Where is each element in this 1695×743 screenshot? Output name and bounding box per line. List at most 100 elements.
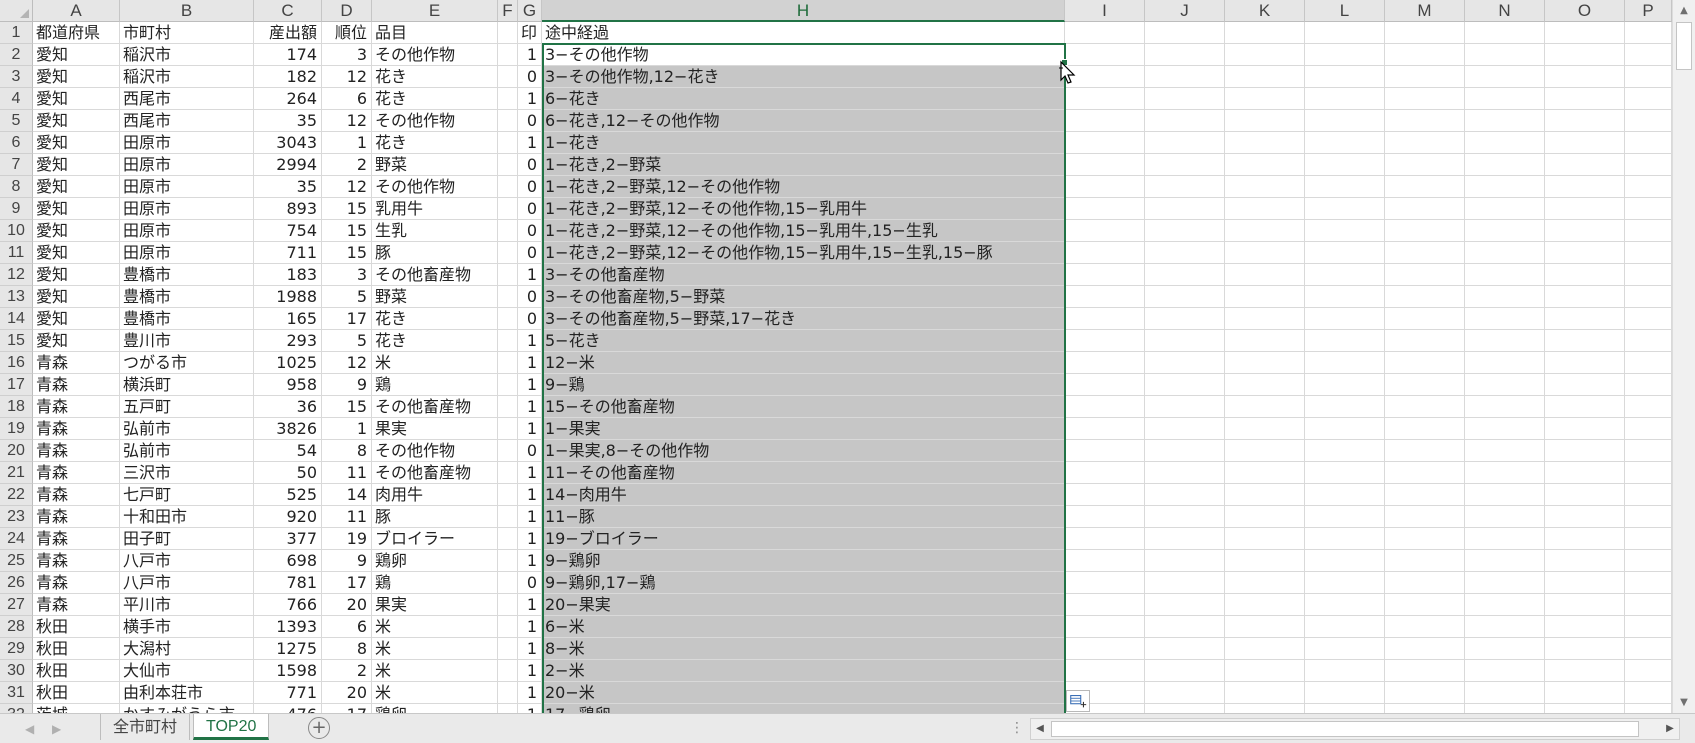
cell-e[interactable]: その他作物 xyxy=(372,110,498,132)
cell-n[interactable] xyxy=(1465,330,1545,352)
cell-n[interactable] xyxy=(1465,682,1545,704)
cell-b[interactable]: つがる市 xyxy=(120,352,254,374)
cell-b[interactable]: 大仙市 xyxy=(120,660,254,682)
cell-b[interactable]: 弘前市 xyxy=(120,418,254,440)
cell-j[interactable] xyxy=(1145,44,1225,66)
cell-m[interactable] xyxy=(1385,44,1465,66)
cell-f[interactable] xyxy=(498,704,518,713)
cell-g[interactable]: 1 xyxy=(518,506,542,528)
cell-d[interactable]: 20 xyxy=(322,682,372,704)
cell-n[interactable] xyxy=(1465,506,1545,528)
cell-i[interactable] xyxy=(1065,374,1145,396)
cell-l[interactable] xyxy=(1305,22,1385,44)
cell-c[interactable]: 293 xyxy=(254,330,322,352)
cell-i[interactable] xyxy=(1065,154,1145,176)
cell-e[interactable]: 米 xyxy=(372,682,498,704)
cell-e[interactable]: 鶏卵 xyxy=(372,704,498,713)
cell-f[interactable] xyxy=(498,396,518,418)
cell-e[interactable]: 米 xyxy=(372,638,498,660)
cell-d[interactable]: 9 xyxy=(322,374,372,396)
cell-p[interactable] xyxy=(1625,44,1672,66)
cell-p[interactable] xyxy=(1625,462,1672,484)
cell-k[interactable] xyxy=(1225,418,1305,440)
cell-f[interactable] xyxy=(498,484,518,506)
cell-j[interactable] xyxy=(1145,132,1225,154)
cell-o[interactable] xyxy=(1545,154,1625,176)
row-header[interactable]: 23 xyxy=(0,506,33,528)
cell-h[interactable]: 20−米 xyxy=(542,682,1065,704)
cell-k[interactable] xyxy=(1225,330,1305,352)
cell-d[interactable]: 2 xyxy=(322,154,372,176)
row-header[interactable]: 21 xyxy=(0,462,33,484)
cell-d[interactable]: 17 xyxy=(322,704,372,713)
cell-k[interactable] xyxy=(1225,682,1305,704)
cell-l[interactable] xyxy=(1305,550,1385,572)
cell-g[interactable]: 1 xyxy=(518,264,542,286)
row-header[interactable]: 31 xyxy=(0,682,33,704)
cell-l[interactable] xyxy=(1305,198,1385,220)
cell-d[interactable]: 3 xyxy=(322,264,372,286)
cell-c[interactable]: 165 xyxy=(254,308,322,330)
cell-k[interactable] xyxy=(1225,198,1305,220)
cell-b[interactable]: 弘前市 xyxy=(120,440,254,462)
cell-m[interactable] xyxy=(1385,506,1465,528)
cell-o[interactable] xyxy=(1545,330,1625,352)
cell-o[interactable] xyxy=(1545,638,1625,660)
cell-g[interactable]: 1 xyxy=(518,396,542,418)
cell-f[interactable] xyxy=(498,550,518,572)
cell-p[interactable] xyxy=(1625,638,1672,660)
cell-b[interactable]: 田原市 xyxy=(120,242,254,264)
cell-i[interactable] xyxy=(1065,264,1145,286)
cell-f[interactable] xyxy=(498,462,518,484)
cell-d[interactable]: 2 xyxy=(322,660,372,682)
cell-m[interactable] xyxy=(1385,462,1465,484)
cell-b[interactable]: 由利本荘市 xyxy=(120,682,254,704)
cell-b[interactable]: 田原市 xyxy=(120,198,254,220)
cell-b[interactable]: 八戸市 xyxy=(120,572,254,594)
cell-m[interactable] xyxy=(1385,242,1465,264)
cell-a[interactable]: 愛知 xyxy=(33,308,120,330)
cell-b[interactable]: 西尾市 xyxy=(120,110,254,132)
cell-c[interactable]: 264 xyxy=(254,88,322,110)
cell-f[interactable] xyxy=(498,88,518,110)
cell-g[interactable]: 0 xyxy=(518,198,542,220)
row-header[interactable]: 8 xyxy=(0,176,33,198)
cell-b[interactable]: 田原市 xyxy=(120,176,254,198)
cell-b[interactable]: 豊川市 xyxy=(120,330,254,352)
cell-i[interactable] xyxy=(1065,418,1145,440)
cell-o[interactable] xyxy=(1545,44,1625,66)
cell-c[interactable]: 781 xyxy=(254,572,322,594)
cell-o[interactable] xyxy=(1545,440,1625,462)
cell-f[interactable] xyxy=(498,132,518,154)
cell-g[interactable]: 1 xyxy=(518,330,542,352)
cell-l[interactable] xyxy=(1305,220,1385,242)
cell-n[interactable] xyxy=(1465,286,1545,308)
cell-l[interactable] xyxy=(1305,484,1385,506)
cell-m[interactable] xyxy=(1385,594,1465,616)
column-header-l[interactable]: L xyxy=(1305,0,1385,22)
cell-l[interactable] xyxy=(1305,638,1385,660)
cell-o[interactable] xyxy=(1545,594,1625,616)
cell-n[interactable] xyxy=(1465,110,1545,132)
cell-d[interactable]: 11 xyxy=(322,462,372,484)
cell-n[interactable] xyxy=(1465,638,1545,660)
cell-n[interactable] xyxy=(1465,220,1545,242)
cell-p[interactable] xyxy=(1625,374,1672,396)
cell-k[interactable] xyxy=(1225,220,1305,242)
cell-h[interactable]: 9−鶏 xyxy=(542,374,1065,396)
cell-b[interactable]: 市町村 xyxy=(120,22,254,44)
cell-p[interactable] xyxy=(1625,330,1672,352)
cell-o[interactable] xyxy=(1545,22,1625,44)
cell-m[interactable] xyxy=(1385,572,1465,594)
cell-i[interactable] xyxy=(1065,242,1145,264)
cell-h[interactable]: 11−豚 xyxy=(542,506,1065,528)
cell-g[interactable]: 1 xyxy=(518,88,542,110)
cell-n[interactable] xyxy=(1465,616,1545,638)
cell-o[interactable] xyxy=(1545,352,1625,374)
cell-h[interactable]: 6−米 xyxy=(542,616,1065,638)
cell-c[interactable]: 35 xyxy=(254,176,322,198)
row-header[interactable]: 14 xyxy=(0,308,33,330)
cell-e[interactable]: 生乳 xyxy=(372,220,498,242)
cell-m[interactable] xyxy=(1385,88,1465,110)
cell-n[interactable] xyxy=(1465,704,1545,713)
